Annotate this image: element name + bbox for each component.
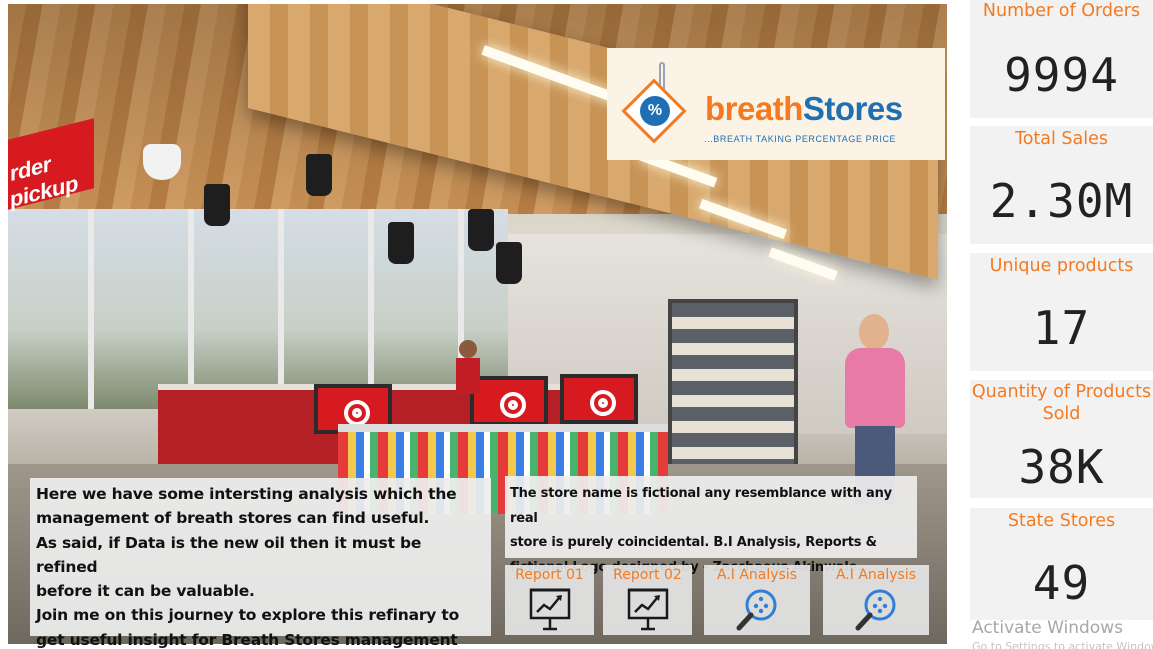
presentation-chart-icon [627,588,669,631]
magnifier-icon [855,589,896,631]
kpi-title: State Stores [1007,511,1116,531]
intro-line: get useful insight for Breath Stores man… [36,630,458,649]
intro-text-panel: Here we have some intersting analysis wh… [30,478,491,649]
ai-analysis-label: A.I Analysis [716,567,798,583]
kpi-title: Sold [1042,404,1081,424]
intro-line: management of breath stores can find use… [36,509,430,528]
ai-analysis-button-1[interactable]: A.I Analysis [704,565,810,635]
kpi-value: 2.30M [989,174,1134,228]
kpi-title: Unique products [989,256,1134,276]
kpi-value: 38K [1018,440,1105,494]
breath-stores-logo: % breathStores ...BREATH TAKING PERCENTA… [607,48,945,160]
kpi-title: Total Sales [1014,129,1108,149]
kpi-number-of-orders: Number of Orders 9994 [970,0,1153,118]
disclaimer-panel: The store name is fictional any resembla… [505,476,917,575]
kpi-value: 49 [1032,556,1091,610]
activate-windows-watermark: Activate Windows [972,618,1123,638]
percent-icon: % [640,96,670,126]
intro-line: Join me on this journey to explore this … [36,606,460,625]
intro-line: Here we have some intersting analysis wh… [36,485,457,503]
kpi-title: Number of Orders [982,1,1141,21]
intro-line: As said, if Data is the new oil then it … [36,533,422,576]
report-02-button[interactable]: Report 02 [603,565,692,635]
magnifier-icon [736,589,777,631]
intro-line: before it can be valuable. [36,582,255,601]
activate-windows-subtext: Go to Settings to activate Windows. [972,640,1153,649]
kpi-unique-products: Unique products 17 [970,253,1153,371]
disclaimer-line: The store name is fictional any resembla… [510,486,892,526]
report-02-label: Report 02 [613,567,682,583]
kpi-total-sales: Total Sales 2.30M [970,126,1153,244]
logo-wordmark: breathStores [705,90,903,127]
kpi-value: 17 [1032,301,1091,355]
ai-analysis-label: A.I Analysis [835,567,917,583]
kpi-value: 9994 [1004,48,1119,102]
logo-slogan: ...BREATH TAKING PERCENTAGE PRICE [704,134,897,144]
ai-analysis-button-2[interactable]: A.I Analysis [823,565,929,635]
presentation-chart-icon [529,588,571,631]
kpi-title: Quantity of Products [971,382,1152,402]
dashboard: rder pickup % breathStores ...BREATH TAK… [0,0,1153,649]
report-01-label: Report 01 [515,567,584,583]
kpi-quantity-sold: Quantity of Products Sold 38K [970,380,1153,498]
kpi-state-stores: State Stores 49 [970,508,1153,620]
report-01-button[interactable]: Report 01 [505,565,594,635]
disclaimer-line: store is purely coincidental. B.I Analys… [510,535,877,550]
